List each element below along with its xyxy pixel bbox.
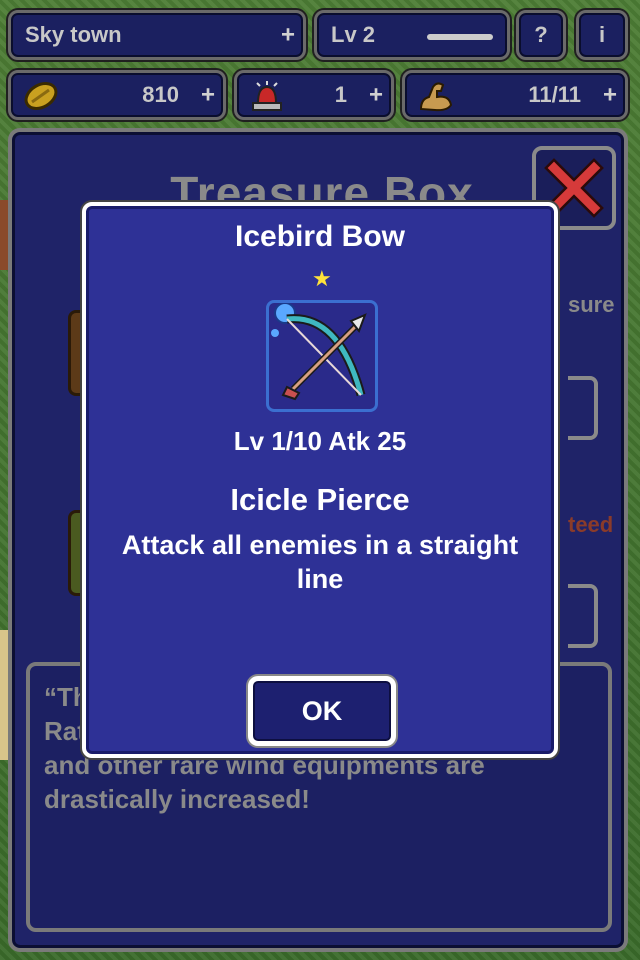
- gold-coin-icon: [24, 82, 58, 110]
- gold-counter[interactable]: 810 +: [8, 70, 226, 120]
- muscle-arm-icon: [419, 82, 453, 112]
- open-guaranteed-box-button[interactable]: [568, 584, 598, 648]
- bell-amount: 1: [334, 82, 347, 107]
- skill-name: Icicle Pierce: [230, 482, 410, 517]
- info-button[interactable]: i: [576, 10, 628, 60]
- town-name: Sky town: [25, 22, 122, 47]
- open-box-button[interactable]: [568, 376, 598, 440]
- bow-and-arrow-icon: [271, 302, 367, 401]
- ok-button[interactable]: OK: [248, 676, 396, 746]
- plus-icon: +: [200, 81, 215, 109]
- experience-bar: [427, 34, 493, 40]
- plus-icon: +: [280, 21, 295, 49]
- question-icon: ?: [534, 22, 548, 47]
- gold-amount: 810: [142, 82, 179, 107]
- guaranteed-label: teed: [568, 512, 614, 537]
- help-button[interactable]: ?: [516, 10, 566, 60]
- rarity-star-icon: ★: [312, 266, 332, 291]
- plus-icon: +: [602, 81, 617, 109]
- treasure-label: sure: [568, 292, 615, 317]
- description-line: drastically increased!: [44, 784, 310, 814]
- player-level[interactable]: Lv 2: [314, 10, 510, 60]
- skill-description: Attack all enemies in a straight line: [121, 530, 519, 594]
- level-label: Lv 2: [331, 22, 376, 47]
- stamina-counter[interactable]: 11/11 +: [402, 70, 628, 120]
- bell-counter[interactable]: 1 +: [234, 70, 394, 120]
- plus-icon: +: [368, 81, 383, 109]
- item-stats: Lv 1/10 Atk 25: [233, 426, 407, 456]
- stamina-amount: 11/11: [528, 82, 581, 107]
- town-selector[interactable]: Sky town +: [8, 10, 306, 60]
- item-name: Icebird Bow: [234, 220, 406, 253]
- item-detail-dialog: Icebird Bow ★ Lv 1/10 Atk 25 Icicle Pier…: [82, 202, 558, 758]
- item-icon-frame: [266, 300, 378, 412]
- info-icon: i: [598, 22, 606, 47]
- alarm-bell-icon: [252, 81, 282, 111]
